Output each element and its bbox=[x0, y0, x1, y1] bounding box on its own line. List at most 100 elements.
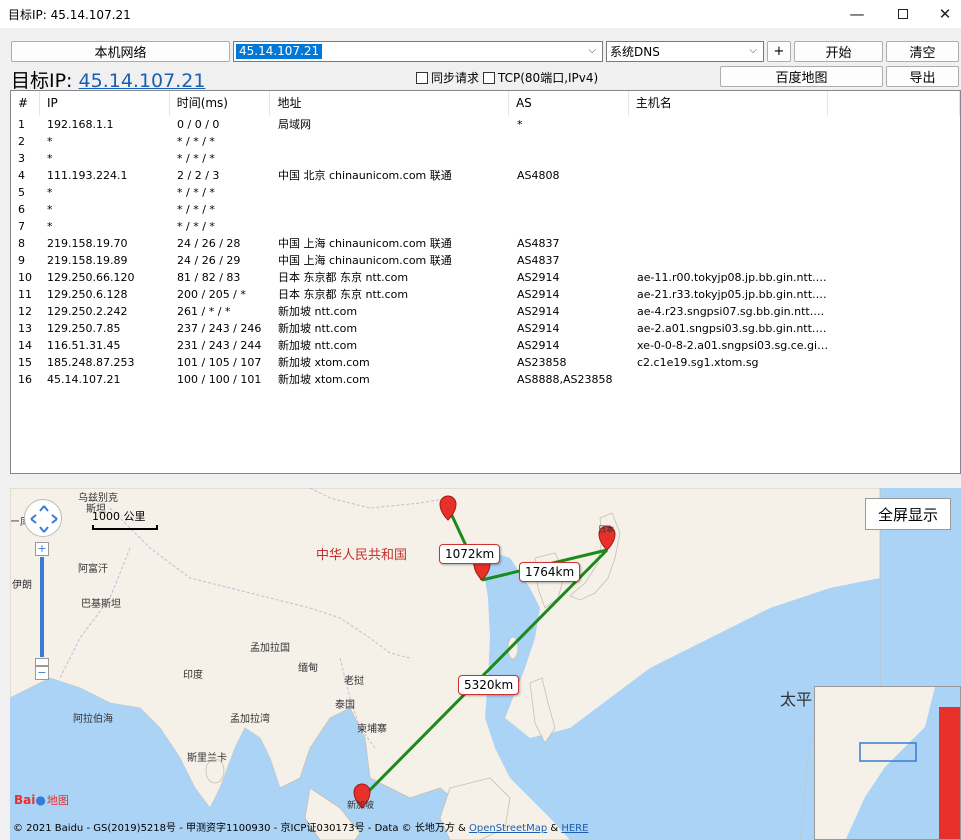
table-row[interactable]: 6 * * / * / * bbox=[11, 201, 960, 218]
cell-index: 8 bbox=[18, 237, 25, 250]
cell-index: 7 bbox=[18, 220, 25, 233]
trace-table[interactable]: # IP 时间(ms) 地址 AS 主机名 1 192.168.1.1 0 / 0 … bbox=[10, 90, 961, 474]
table-row[interactable]: 2 * * / * / * bbox=[11, 133, 960, 150]
checkbox-box[interactable] bbox=[483, 71, 495, 84]
copyright-text: © 2021 Baidu - GS(2019)5218号 - 甲测资字11009… bbox=[13, 823, 469, 834]
cell-time: * / * / * bbox=[177, 135, 215, 148]
checkbox-box[interactable] bbox=[416, 71, 428, 84]
label-bay-of-bengal: 孟加拉湾 bbox=[230, 714, 270, 725]
start-button[interactable]: 开始 bbox=[794, 41, 883, 62]
cell-address: 日本 东京都 东京 ntt.com bbox=[278, 288, 409, 301]
table-row[interactable]: 10 129.250.66.120 81 / 82 / 83 日本 东京都 东京 nt… bbox=[11, 269, 960, 286]
cell-hostname bbox=[630, 150, 830, 167]
cell-ip: 129.250.6.128 bbox=[47, 288, 128, 301]
scale-bar bbox=[92, 525, 158, 530]
cell-index: 13 bbox=[18, 322, 32, 335]
label-afghanistan: 阿富汗 bbox=[78, 564, 108, 575]
cell-index: 5 bbox=[18, 186, 25, 199]
cell-as: * bbox=[517, 118, 523, 131]
zoom-in-icon[interactable]: + bbox=[35, 542, 49, 556]
cell-index: 12 bbox=[18, 305, 32, 318]
cell-address: 新加坡 ntt.com bbox=[278, 339, 358, 352]
cell-index: 3 bbox=[18, 152, 25, 165]
target-ip-value: 45.14.107.21 bbox=[236, 44, 323, 59]
baidu-paw-icon: ● bbox=[35, 793, 46, 807]
table-row[interactable]: 3 * * / * / * bbox=[11, 150, 960, 167]
zoom-handle[interactable] bbox=[35, 658, 49, 666]
cell-address: 新加坡 xtom.com bbox=[278, 356, 370, 369]
cell-time: 101 / 105 / 107 bbox=[177, 356, 262, 369]
cell-hostname bbox=[630, 201, 830, 218]
baidu-map-button[interactable]: 百度地图 bbox=[720, 66, 883, 87]
zoom-slider[interactable]: + − bbox=[35, 542, 49, 682]
label-china: 中华人民共和国 bbox=[316, 548, 408, 563]
close-icon[interactable]: ✕ bbox=[922, 0, 961, 28]
cell-hostname bbox=[630, 371, 830, 388]
cell-index: 1 bbox=[18, 118, 25, 131]
here-link[interactable]: HERE bbox=[561, 823, 588, 834]
zoom-track[interactable] bbox=[40, 557, 44, 657]
cell-time: 237 / 243 / 246 bbox=[177, 322, 262, 335]
header-index[interactable]: # bbox=[11, 91, 40, 116]
map-pan-control[interactable] bbox=[24, 499, 62, 537]
chevron-down-icon[interactable]: ⌵ bbox=[588, 45, 596, 56]
clear-button[interactable]: 清空 bbox=[886, 41, 959, 62]
maximize-icon[interactable] bbox=[880, 0, 926, 28]
target-ip-combo[interactable]: 45.14.107.21 ⌵ bbox=[233, 41, 603, 62]
distance-badge-beijing-shanghai: 1072km bbox=[439, 544, 501, 564]
label-iran: 伊朗 bbox=[12, 580, 32, 591]
fullscreen-button[interactable]: 全屏显示 bbox=[865, 498, 951, 530]
cell-address: 中国 上海 chinaunicom.com 联通 bbox=[278, 237, 452, 250]
cell-address: 中国 北京 chinaunicom.com 联通 bbox=[278, 169, 452, 182]
table-row[interactable]: 8 219.158.19.70 24 / 26 / 28 中国 上海 chinauni… bbox=[11, 235, 960, 252]
tcp-checkbox[interactable]: TCP(80端口,IPv4) bbox=[483, 69, 598, 86]
table-row[interactable]: 7 * * / * / * bbox=[11, 218, 960, 235]
table-row[interactable]: 15 185.248.87.253 101 / 105 / 107 新加坡 xtom.… bbox=[11, 354, 960, 371]
table-row[interactable]: 4 111.193.224.1 2 / 2 / 3 中国 北京 chinaunicom… bbox=[11, 167, 960, 184]
zoom-out-icon[interactable]: − bbox=[35, 666, 49, 680]
cell-address bbox=[271, 133, 510, 150]
dns-value: 系统DNS bbox=[610, 45, 660, 59]
osm-link[interactable]: OpenStreetMap bbox=[469, 823, 547, 834]
header-address[interactable]: 地址 bbox=[270, 91, 509, 116]
cell-as: AS8888,AS23858 bbox=[517, 373, 613, 386]
add-button[interactable]: + bbox=[767, 41, 791, 62]
table-row[interactable]: 12 129.250.2.242 261 / * / * 新加坡 ntt.com AS2… bbox=[11, 303, 960, 320]
map-copyright: © 2021 Baidu - GS(2019)5218号 - 甲测资字11009… bbox=[13, 819, 588, 834]
table-row[interactable]: 1 192.168.1.1 0 / 0 / 0 局域网 * bbox=[11, 116, 960, 133]
pan-arrows-icon[interactable] bbox=[25, 500, 63, 538]
dns-combo[interactable]: 系统DNS ⌵ bbox=[606, 41, 764, 62]
cell-as bbox=[510, 133, 630, 150]
table-row[interactable]: 9 219.158.19.89 24 / 26 / 29 中国 上海 chinauni… bbox=[11, 252, 960, 269]
table-row[interactable]: 14 116.51.31.45 231 / 243 / 244 新加坡 ntt.com… bbox=[11, 337, 960, 354]
cell-as: AS2914 bbox=[517, 271, 560, 284]
table-row[interactable]: 5 * * / * / * bbox=[11, 184, 960, 201]
route-map[interactable]: 乌兹别克 斯坦 ー库 阿富汗 伊朗 巴基斯坦 中华人民共和国 孟加拉国 印度 缅… bbox=[10, 488, 961, 840]
cell-time: * / * / * bbox=[177, 203, 215, 216]
cell-as: AS4837 bbox=[517, 254, 560, 267]
table-row[interactable]: 16 45.14.107.21 100 / 100 / 101 新加坡 xtom.co… bbox=[11, 371, 960, 388]
cell-as bbox=[510, 201, 630, 218]
header-time[interactable]: 时间(ms) bbox=[170, 91, 271, 116]
chevron-down-icon[interactable]: ⌵ bbox=[749, 45, 757, 56]
local-network-button[interactable]: 本机网络 bbox=[11, 41, 230, 62]
table-header: # IP 时间(ms) 地址 AS 主机名 bbox=[11, 91, 960, 116]
cell-address: 中国 上海 chinaunicom.com 联通 bbox=[278, 254, 452, 267]
table-row[interactable]: 11 129.250.6.128 200 / 205 / * 日本 东京都 东京 nt… bbox=[11, 286, 960, 303]
cell-time: 200 / 205 / * bbox=[177, 288, 246, 301]
overview-minimap[interactable] bbox=[814, 686, 961, 840]
target-ip-link[interactable]: 45.14.107.21 bbox=[79, 70, 206, 92]
header-hostname[interactable]: 主机名 bbox=[629, 91, 829, 116]
label-myanmar: 缅甸 bbox=[298, 663, 318, 674]
minimize-icon[interactable]: — bbox=[834, 0, 880, 28]
cell-hostname bbox=[630, 184, 830, 201]
cell-hostname: ae-21.r33.tokyjp05.jp.bb.gin.ntt.net bbox=[637, 288, 830, 301]
label-sri-lanka: 斯里兰卡 bbox=[187, 753, 227, 764]
header-ip[interactable]: IP bbox=[40, 91, 170, 116]
header-as[interactable]: AS bbox=[509, 91, 629, 116]
export-button[interactable]: 导出 bbox=[886, 66, 959, 87]
table-row[interactable]: 13 129.250.7.85 237 / 243 / 246 新加坡 ntt.com… bbox=[11, 320, 960, 337]
sync-request-checkbox[interactable]: 同步请求 bbox=[416, 69, 479, 86]
cell-index: 15 bbox=[18, 356, 32, 369]
title-bar: 目标IP: 45.14.107.21 — ✕ bbox=[0, 0, 961, 28]
